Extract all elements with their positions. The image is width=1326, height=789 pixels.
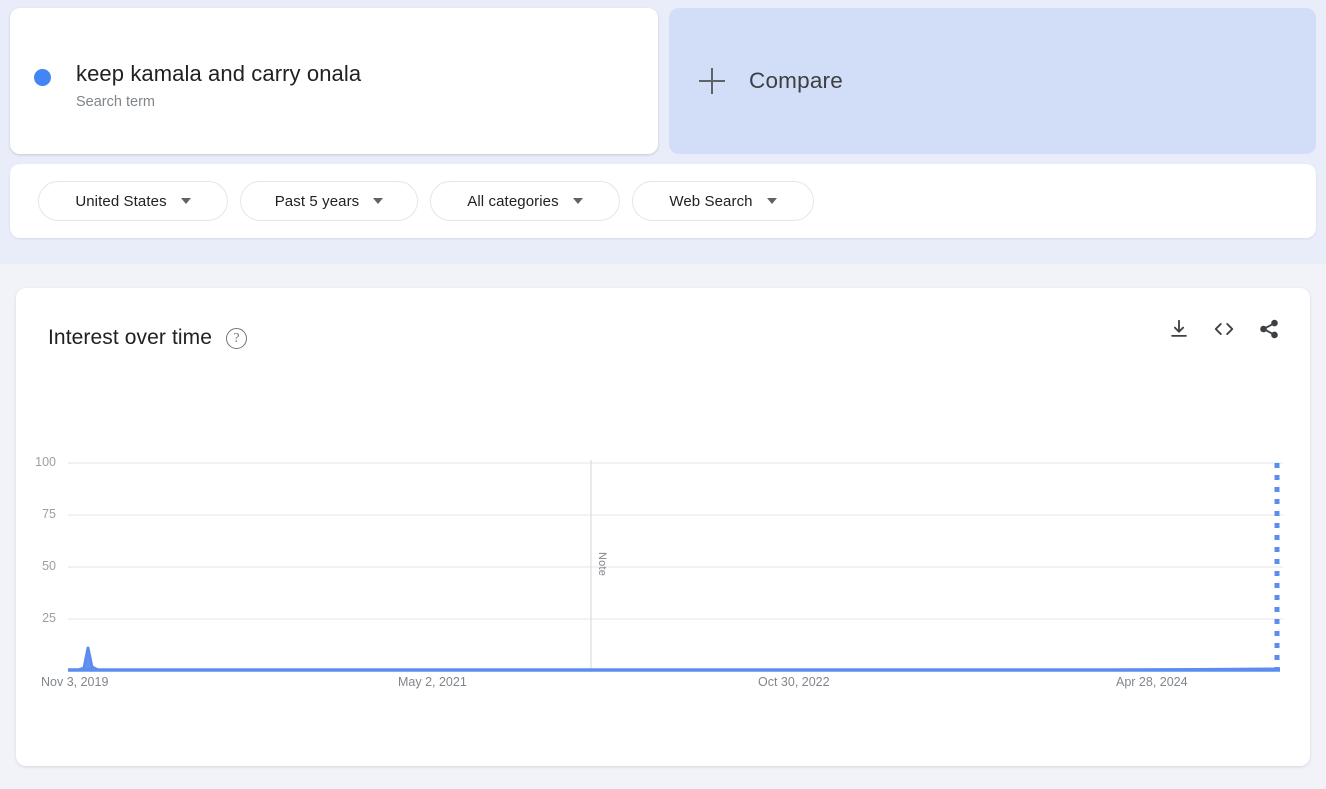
chart-svg xyxy=(68,460,1283,672)
chevron-down-icon xyxy=(373,198,384,204)
compare-content: Compare xyxy=(699,8,843,154)
download-icon[interactable] xyxy=(1168,318,1190,340)
plus-icon xyxy=(699,68,725,94)
search-term-label: keep kamala and carry onala xyxy=(76,61,362,86)
note-annotation-label[interactable]: Note xyxy=(596,552,608,576)
chart-actions xyxy=(1168,318,1280,340)
filter-row: United States Past 5 years All categorie… xyxy=(38,164,814,238)
chart-header: Interest over time ? xyxy=(48,326,248,350)
compare-card[interactable]: Compare xyxy=(669,8,1316,154)
filter-category[interactable]: All categories xyxy=(430,181,620,221)
search-term-content: keep kamala and carry onala Search term xyxy=(34,60,361,111)
x-axis-tick: Nov 3, 2019 xyxy=(41,675,109,689)
google-trends-page: keep kamala and carry onala Search term … xyxy=(0,0,1326,789)
y-axis-tick: 25 xyxy=(42,611,56,625)
x-axis-tick: Apr 28, 2024 xyxy=(1116,675,1188,689)
x-axis-tick: May 2, 2021 xyxy=(398,675,467,689)
y-axis-tick: 50 xyxy=(42,559,56,573)
filter-search-type[interactable]: Web Search xyxy=(632,181,814,221)
y-axis-tick: 100 xyxy=(35,455,56,469)
y-axis-tick: 75 xyxy=(42,507,56,521)
chart-plot-area: 100 75 50 25 Note Nov 3, 2019 May 2, 202… xyxy=(16,288,1310,766)
chevron-down-icon xyxy=(180,198,191,204)
gridlines xyxy=(68,462,1283,620)
help-circle-icon[interactable]: ? xyxy=(226,327,248,349)
filter-bar: United States Past 5 years All categorie… xyxy=(10,164,1316,238)
chevron-down-icon xyxy=(572,198,583,204)
search-term-texts: keep kamala and carry onala Search term xyxy=(76,60,361,111)
filter-search-type-label: Web Search xyxy=(669,192,753,210)
share-icon[interactable] xyxy=(1258,318,1280,340)
search-term-type: Search term xyxy=(76,94,155,110)
filter-location-label: United States xyxy=(75,192,167,210)
embed-code-icon[interactable] xyxy=(1212,318,1236,340)
chart-title: Interest over time xyxy=(48,326,213,349)
interest-over-time-card: Interest over time ? 100 75 50 25 Note N… xyxy=(16,288,1310,766)
filter-location[interactable]: United States xyxy=(38,181,228,221)
filter-time-range[interactable]: Past 5 years xyxy=(240,181,418,221)
filter-category-label: All categories xyxy=(467,192,559,210)
x-axis-tick: Oct 30, 2022 xyxy=(758,675,830,689)
filter-time-range-label: Past 5 years xyxy=(274,192,360,210)
chevron-down-icon xyxy=(766,198,777,204)
search-term-card[interactable]: keep kamala and carry onala Search term xyxy=(10,8,658,154)
compare-label: Compare xyxy=(749,68,843,93)
series-keep-kamala-and-carry-onala xyxy=(68,646,1281,672)
series-color-dot xyxy=(34,69,51,86)
